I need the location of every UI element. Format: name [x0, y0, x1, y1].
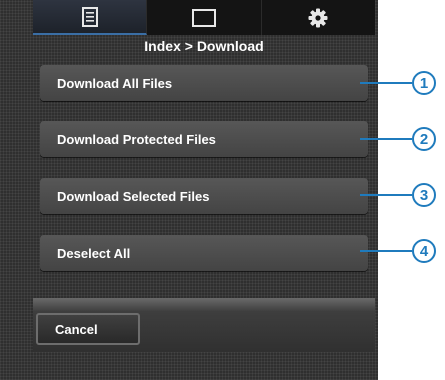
callout-line	[360, 250, 412, 252]
callout-badge: 2	[412, 127, 436, 151]
deselect-all-button[interactable]: Deselect All	[40, 235, 368, 271]
download-all-files-button[interactable]: Download All Files	[40, 65, 368, 101]
tab-bar	[33, 0, 375, 35]
device-screen: Index > Download Download All Files Down…	[0, 0, 378, 380]
gear-icon	[308, 8, 328, 27]
list-icon	[81, 6, 98, 27]
cancel-button[interactable]: Cancel	[36, 313, 140, 345]
callout-line	[360, 82, 412, 84]
callout-badge: 3	[412, 183, 436, 207]
tab-settings[interactable]	[262, 0, 375, 35]
callout-line	[360, 194, 412, 196]
breadcrumb: Index > Download	[144, 38, 264, 54]
callout-badge: 4	[412, 239, 436, 263]
callout-badge: 1	[412, 71, 436, 95]
screen-icon	[191, 8, 216, 27]
tab-list[interactable]	[33, 0, 148, 35]
download-selected-files-button[interactable]: Download Selected Files	[40, 178, 368, 214]
callout-line	[360, 138, 412, 140]
download-protected-files-button[interactable]: Download Protected Files	[40, 121, 368, 157]
tab-screen[interactable]	[147, 0, 262, 35]
